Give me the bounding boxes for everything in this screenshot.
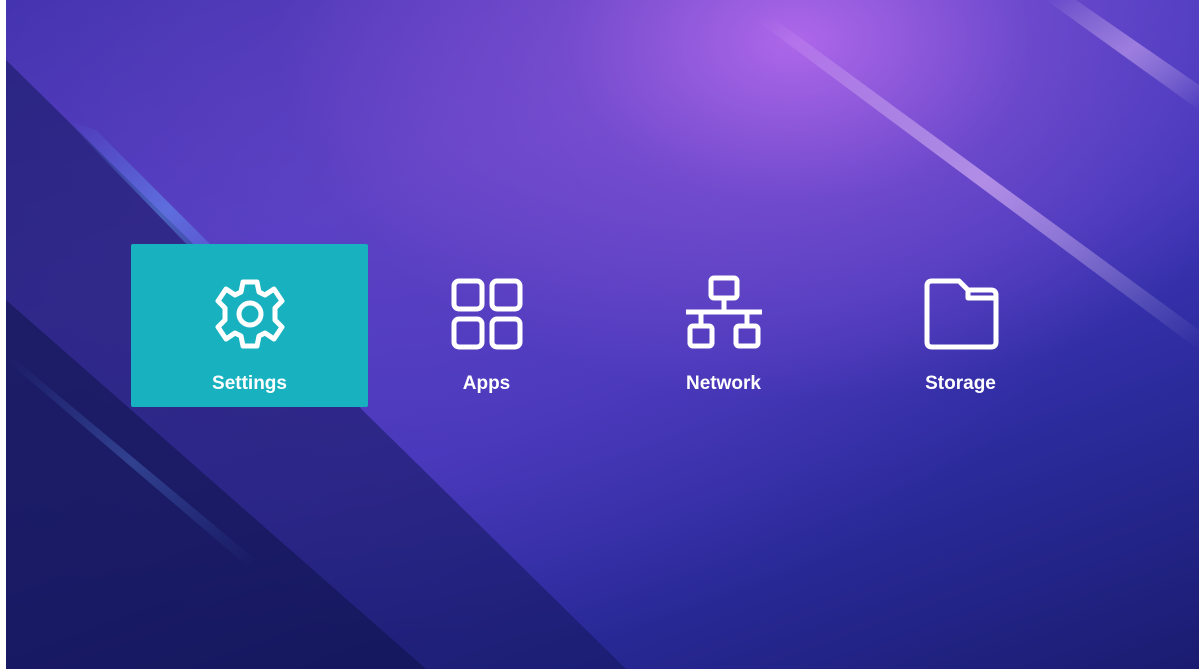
main-menu: Settings Apps Network Storage — [6, 0, 1199, 669]
menu-item-settings[interactable]: Settings — [131, 244, 368, 407]
menu-item-label: Storage — [925, 373, 996, 394]
network-icon — [684, 274, 764, 354]
menu-item-apps[interactable]: Apps — [368, 244, 605, 407]
menu-item-label: Apps — [462, 373, 511, 394]
menu-item-label: Settings — [212, 373, 287, 394]
home-screen: Settings Apps Network Storage — [6, 0, 1199, 669]
gear-icon — [210, 274, 290, 354]
menu-item-network[interactable]: Network — [605, 244, 842, 407]
grid-icon — [447, 274, 527, 354]
menu-item-storage[interactable]: Storage — [842, 244, 1079, 407]
folder-icon — [921, 274, 1001, 354]
menu-item-label: Network — [686, 373, 761, 394]
